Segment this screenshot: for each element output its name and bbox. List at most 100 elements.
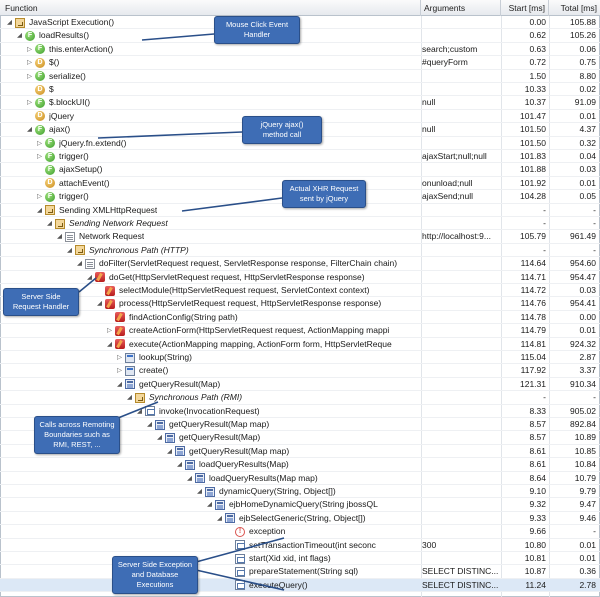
column-header-start[interactable]: Start [ms]: [501, 0, 549, 16]
table-row[interactable]: ◢ loadQueryResults(Map) 8.61 10.84: [0, 458, 600, 472]
expanded-arrow-icon[interactable]: ◢: [115, 378, 124, 391]
table-row[interactable]: ◢ Synchronous Path (RMI) - -: [0, 391, 600, 405]
expanded-arrow-icon[interactable]: ◢: [215, 512, 224, 525]
start-cell: 101.88: [520, 164, 546, 175]
arguments-cell: [422, 297, 500, 310]
table-row[interactable]: ◢ Network Request http://localhost:9... 105…: [0, 230, 600, 244]
table-row[interactable]: ◢ ejbHomeDynamicQuery(String jbossQL 9.32 9…: [0, 498, 600, 512]
table-row[interactable]: ▷ $() #queryForm 0.72 0.75: [0, 56, 600, 70]
collapsed-arrow-icon[interactable]: ▷: [115, 364, 124, 377]
table-row[interactable]: ◢ doGet(HttpServletRequest request, HttpS…: [0, 271, 600, 284]
expanded-arrow-icon[interactable]: ◢: [95, 297, 104, 310]
table-row[interactable]: ▷ trigger() ajaxStart;null;null 101.83 0.04: [0, 150, 600, 164]
table-row[interactable]: ◢ execute(ActionMapping mapping, ActionFo…: [0, 338, 600, 351]
total-cell: 0.00: [579, 311, 596, 322]
table-row[interactable]: ▷ serialize() 1.50 8.80: [0, 70, 600, 83]
table-row[interactable]: executeQuery() SELECT DISTINC... 11.24 2.78: [0, 578, 600, 593]
function-cell: ▷ this.enterAction(): [25, 43, 418, 56]
collapsed-arrow-icon[interactable]: ▷: [105, 324, 114, 337]
function-name: start(Xid xid, int flags): [249, 553, 331, 563]
expanded-arrow-icon[interactable]: ◢: [45, 217, 54, 230]
table-row[interactable]: start(Xid xid, int flags) 10.81 0.01: [0, 552, 600, 566]
table-row[interactable]: ◢ doFilter(ServletRequest request, Servle…: [0, 257, 600, 271]
total-cell: 9.47: [579, 499, 596, 510]
method-icon: [185, 459, 195, 470]
expanded-arrow-icon[interactable]: ◢: [195, 485, 204, 498]
table-row[interactable]: ◢ loadResults() 0.62 105.26: [0, 29, 600, 43]
start-cell: 10.33: [524, 84, 546, 94]
expanded-arrow-icon[interactable]: ◢: [155, 431, 164, 444]
table-row[interactable]: ◢ JavaScript Execution() 0.00 105.88: [0, 16, 600, 30]
start-cell: 101.50: [520, 124, 546, 135]
start-cell: 101.47: [520, 110, 546, 121]
collapsed-arrow-icon[interactable]: ▷: [35, 150, 44, 163]
table-row[interactable]: ▷ create() 117.92 3.37: [0, 364, 600, 378]
table-row[interactable]: ◢ ejbSelectGeneric(String, Object[]) 9.33 9…: [0, 512, 600, 526]
table-row[interactable]: ▷ createActionForm(HttpServletRequest req…: [0, 324, 600, 338]
table-row[interactable]: setTransactionTimeout(int seconc 300 10.80…: [0, 539, 600, 552]
function-name: getQueryResult(Map): [139, 378, 221, 389]
expanded-arrow-icon[interactable]: ◢: [75, 257, 84, 270]
arguments-cell: [422, 311, 500, 324]
table-row[interactable]: exception 9.66 -: [0, 525, 600, 539]
expanded-arrow-icon[interactable]: ◢: [165, 445, 174, 458]
expanded-arrow-icon[interactable]: ◢: [85, 271, 94, 284]
table-row[interactable]: ▷ $.blockUI() null 10.37 91.09: [0, 96, 600, 110]
expanded-arrow-icon[interactable]: ◢: [105, 338, 114, 351]
arguments-cell: SELECT DISTINC...: [422, 566, 499, 577]
expanded-arrow-icon[interactable]: ◢: [25, 123, 34, 136]
call-icon: [145, 406, 155, 417]
table-row[interactable]: prepareStatement(String sql) SELECT DISTI…: [0, 565, 600, 579]
expanded-arrow-icon[interactable]: ◢: [125, 391, 134, 404]
arguments-cell: null: [422, 97, 436, 108]
table-row[interactable]: ◢ getQueryResult(Map) 121.31 910.34: [0, 378, 600, 392]
expanded-arrow-icon[interactable]: ◢: [205, 498, 214, 511]
table-row[interactable]: ◢ Sending Network Request - -: [0, 217, 600, 231]
expanded-arrow-icon[interactable]: ◢: [65, 244, 74, 257]
expanded-arrow-icon[interactable]: ◢: [15, 29, 24, 42]
collapsed-arrow-icon[interactable]: ▷: [35, 190, 44, 203]
expanded-arrow-icon[interactable]: ◢: [35, 204, 44, 217]
table-row[interactable]: ◢ process(HttpServletRequest request, Htt…: [0, 297, 600, 311]
table-row[interactable]: ▷ lookup(String) 115.04 2.87: [0, 351, 600, 365]
expanded-arrow-icon[interactable]: ◢: [55, 230, 64, 243]
expanded-arrow-icon[interactable]: ◢: [185, 472, 194, 485]
table-row[interactable]: ◢ Synchronous Path (HTTP) - -: [0, 244, 600, 258]
total-cell: 0.32: [579, 137, 596, 148]
function-cell: ◢ Synchronous Path (RMI): [125, 391, 418, 404]
function-icon: [35, 44, 45, 55]
collapsed-arrow-icon[interactable]: ▷: [25, 70, 34, 83]
table-row[interactable]: findActionConfig(String path) 114.78 0.00: [0, 311, 600, 325]
collapsed-arrow-icon[interactable]: ▷: [35, 137, 44, 150]
total-cell: 105.88: [570, 17, 596, 27]
collapsed-arrow-icon[interactable]: ▷: [25, 96, 34, 109]
collapsed-arrow-icon[interactable]: ▷: [25, 56, 34, 69]
function-cell: setTransactionTimeout(int seconc: [225, 539, 418, 552]
function-name: lookup(String): [139, 352, 192, 362]
table-row[interactable]: ◢ dynamicQuery(String, Object[]) 9.10 9.79: [0, 485, 600, 499]
expanded-arrow-icon[interactable]: ◢: [145, 418, 154, 431]
arguments-cell: search;custom: [422, 43, 478, 54]
column-header-function[interactable]: Function: [0, 0, 421, 16]
function-cell: prepareStatement(String sql): [225, 565, 418, 578]
table-row[interactable]: ajaxSetup() 101.88 0.03: [0, 163, 600, 177]
function-name: JavaScript Execution(): [29, 17, 115, 27]
column-header-arguments[interactable]: Arguments: [421, 0, 501, 16]
collapsed-arrow-icon[interactable]: ▷: [25, 43, 34, 56]
collapsed-arrow-icon[interactable]: ▷: [115, 351, 124, 364]
table-row[interactable]: ▷ this.enterAction() search;custom 0.63 0.06: [0, 43, 600, 57]
table-row[interactable]: selectModule(HttpServletRequest request,…: [0, 284, 600, 298]
arguments-cell: [422, 364, 500, 377]
expanded-arrow-icon[interactable]: ◢: [5, 16, 14, 29]
table-row[interactable]: ◢ loadQueryResults(Map map) 8.64 10.79: [0, 472, 600, 485]
function-cell: ▷ trigger(): [35, 150, 418, 163]
column-header-total[interactable]: Total [ms]: [549, 0, 600, 16]
expanded-arrow-icon[interactable]: ◢: [135, 405, 144, 418]
total-cell: 10.89: [574, 432, 596, 443]
table-row[interactable]: $10.33 0.02: [0, 83, 600, 97]
expanded-arrow-icon[interactable]: ◢: [175, 458, 184, 471]
function-cell: ▷ jQuery.fn.extend(): [35, 137, 418, 150]
callout-jquery-ajax: jQuery ajax() method call: [242, 116, 322, 144]
total-cell: 10.84: [574, 459, 596, 470]
start-cell: 9.10: [529, 486, 546, 496]
